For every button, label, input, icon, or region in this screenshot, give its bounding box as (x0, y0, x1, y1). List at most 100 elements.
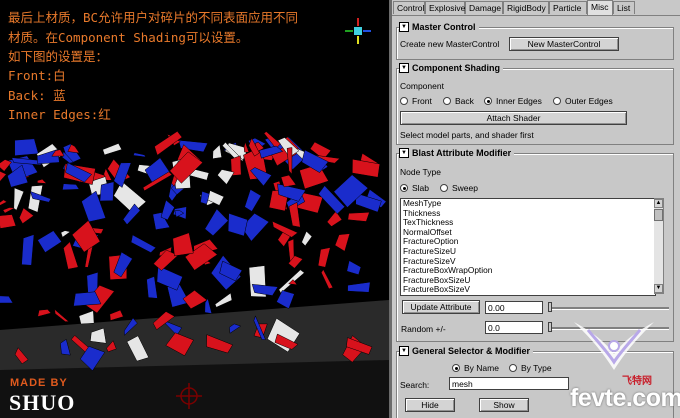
attribute-value-field[interactable]: 0.00 (485, 301, 543, 314)
update-attribute-button[interactable]: Update Attribute (402, 300, 480, 314)
section-title: Component Shading (412, 63, 500, 73)
radio-label: Outer Edges (565, 96, 613, 106)
list-item[interactable]: FractureBoxSizeV (401, 285, 655, 295)
scroll-up-icon[interactable]: ▲ (654, 199, 663, 208)
radio-label: By Name (464, 363, 499, 373)
tab-control[interactable]: Control (393, 1, 425, 14)
fragment-shard (113, 181, 147, 214)
radio-dot (400, 184, 408, 192)
radio-sweep[interactable]: Sweep (440, 183, 478, 193)
attribute-list-scrollbar[interactable]: ▲ ▼ (654, 198, 664, 294)
fragment-shard (214, 292, 233, 308)
scroll-down-icon[interactable]: ▼ (654, 284, 663, 293)
tab-damage[interactable]: Damage (465, 1, 503, 14)
fragment-shard (19, 207, 35, 224)
fragment-shard (212, 144, 222, 159)
watermark-site: fevte.com (570, 384, 680, 412)
general-selector-header[interactable]: ▼ General Selector & Modifier (399, 346, 534, 356)
view-cube-icon[interactable] (345, 18, 371, 44)
node-type-label: Node Type (400, 167, 441, 177)
slider-knob[interactable] (548, 302, 552, 312)
slider-knob[interactable] (548, 322, 552, 332)
collapse-icon[interactable]: ▼ (399, 63, 409, 73)
fragment-shard (0, 171, 7, 182)
tab-particle[interactable]: Particle (549, 1, 587, 14)
fragment-shard (14, 138, 39, 156)
attach-shader-button[interactable]: Attach Shader (400, 111, 627, 125)
master-control-header[interactable]: ▼ Master Control (399, 22, 479, 32)
radio-dot (553, 97, 561, 105)
radio-dot (452, 364, 460, 372)
component-shading-header[interactable]: ▼ Component Shading (399, 63, 503, 73)
fragment-shard (347, 281, 371, 293)
create-master-label: Create new MasterControl (400, 39, 500, 49)
radio-back[interactable]: Back (443, 96, 474, 106)
scroll-thumb[interactable] (654, 209, 663, 221)
fragment-shard (172, 232, 194, 257)
tab-list[interactable]: List (613, 1, 635, 14)
section-title: Blast Attribute Modifier (412, 148, 512, 158)
fragment-shard (244, 189, 262, 212)
crosshair-icon (176, 383, 202, 409)
fragment-shard (62, 183, 80, 191)
fragment-shard (0, 295, 14, 304)
fragment-shard (146, 276, 158, 299)
radio-dot (509, 364, 517, 372)
3d-viewport[interactable]: 最后上材质，BC允许用户对碎片的不同表面应用不同 材质。在Component S… (0, 0, 389, 418)
fragment-shard (227, 212, 248, 237)
annotation-line-3: 如下图的设置是： (8, 49, 109, 64)
radio-outer-edges[interactable]: Outer Edges (553, 96, 613, 106)
fragment-shard (99, 181, 115, 202)
collapse-icon[interactable]: ▼ (399, 22, 409, 32)
fragment-shard (60, 230, 71, 238)
radio-dot (440, 184, 448, 192)
collapse-icon[interactable]: ▼ (399, 346, 409, 356)
fragment-shard (54, 308, 70, 322)
fragment-shard (37, 309, 52, 317)
tab-bar: Control Explosive Damage RigidBody Parti… (392, 0, 680, 16)
random-value-field[interactable]: 0.0 (485, 321, 543, 334)
radio-by-type[interactable]: By Type (509, 363, 552, 373)
component-shading-section: ▼ Component Shading Component Front Back… (396, 63, 674, 145)
radio-inner-edges[interactable]: Inner Edges (484, 96, 542, 106)
attribute-value-slider[interactable] (549, 307, 669, 310)
component-label: Component (400, 81, 444, 91)
blast-attribute-header[interactable]: ▼ Blast Attribute Modifier (399, 148, 515, 158)
fragment-shard (326, 210, 343, 227)
radio-dot (400, 97, 408, 105)
radio-label: Slab (412, 183, 430, 193)
search-label: Search: (400, 380, 430, 390)
radio-dot (484, 97, 492, 105)
fragment-shard (13, 187, 25, 211)
fragment-shard (78, 310, 95, 325)
fragment-shard (346, 260, 362, 276)
annotation-line-2: 材质。在Component Shading可以设置。 (8, 30, 249, 45)
section-title: Master Control (412, 22, 476, 32)
collapse-icon[interactable]: ▼ (399, 148, 409, 158)
radio-by-name[interactable]: By Name (452, 363, 499, 373)
master-control-section: ▼ Master Control Create new MasterContro… (396, 22, 674, 60)
radio-slab[interactable]: Slab (400, 183, 429, 193)
made-by-label: MADE BY (10, 377, 68, 389)
attribute-list[interactable]: MeshType Thickness TexThickness NormalOf… (400, 198, 656, 296)
hide-button[interactable]: Hide (405, 398, 455, 412)
fragment-shard (166, 284, 190, 308)
fragment-shard (71, 220, 101, 253)
fragment-shard (204, 208, 229, 237)
fragment-shard (37, 178, 48, 184)
fragment-shard (301, 230, 313, 247)
fragment-shard (347, 212, 370, 222)
random-label: Random +/- (401, 324, 446, 334)
tab-explosive[interactable]: Explosive (425, 1, 465, 14)
show-button[interactable]: Show (479, 398, 529, 412)
fragment-shard (160, 199, 175, 221)
fragment-shard (217, 169, 235, 185)
fragment-shard (0, 199, 8, 206)
new-master-control-button[interactable]: New MasterControl (509, 37, 619, 51)
radio-front[interactable]: Front (400, 96, 432, 106)
search-input[interactable]: mesh (449, 377, 569, 390)
tab-misc[interactable]: Misc (587, 0, 613, 15)
fragment-shard (317, 247, 331, 268)
fragment-shard (102, 143, 123, 156)
tab-rigidbody[interactable]: RigidBody (503, 1, 549, 14)
